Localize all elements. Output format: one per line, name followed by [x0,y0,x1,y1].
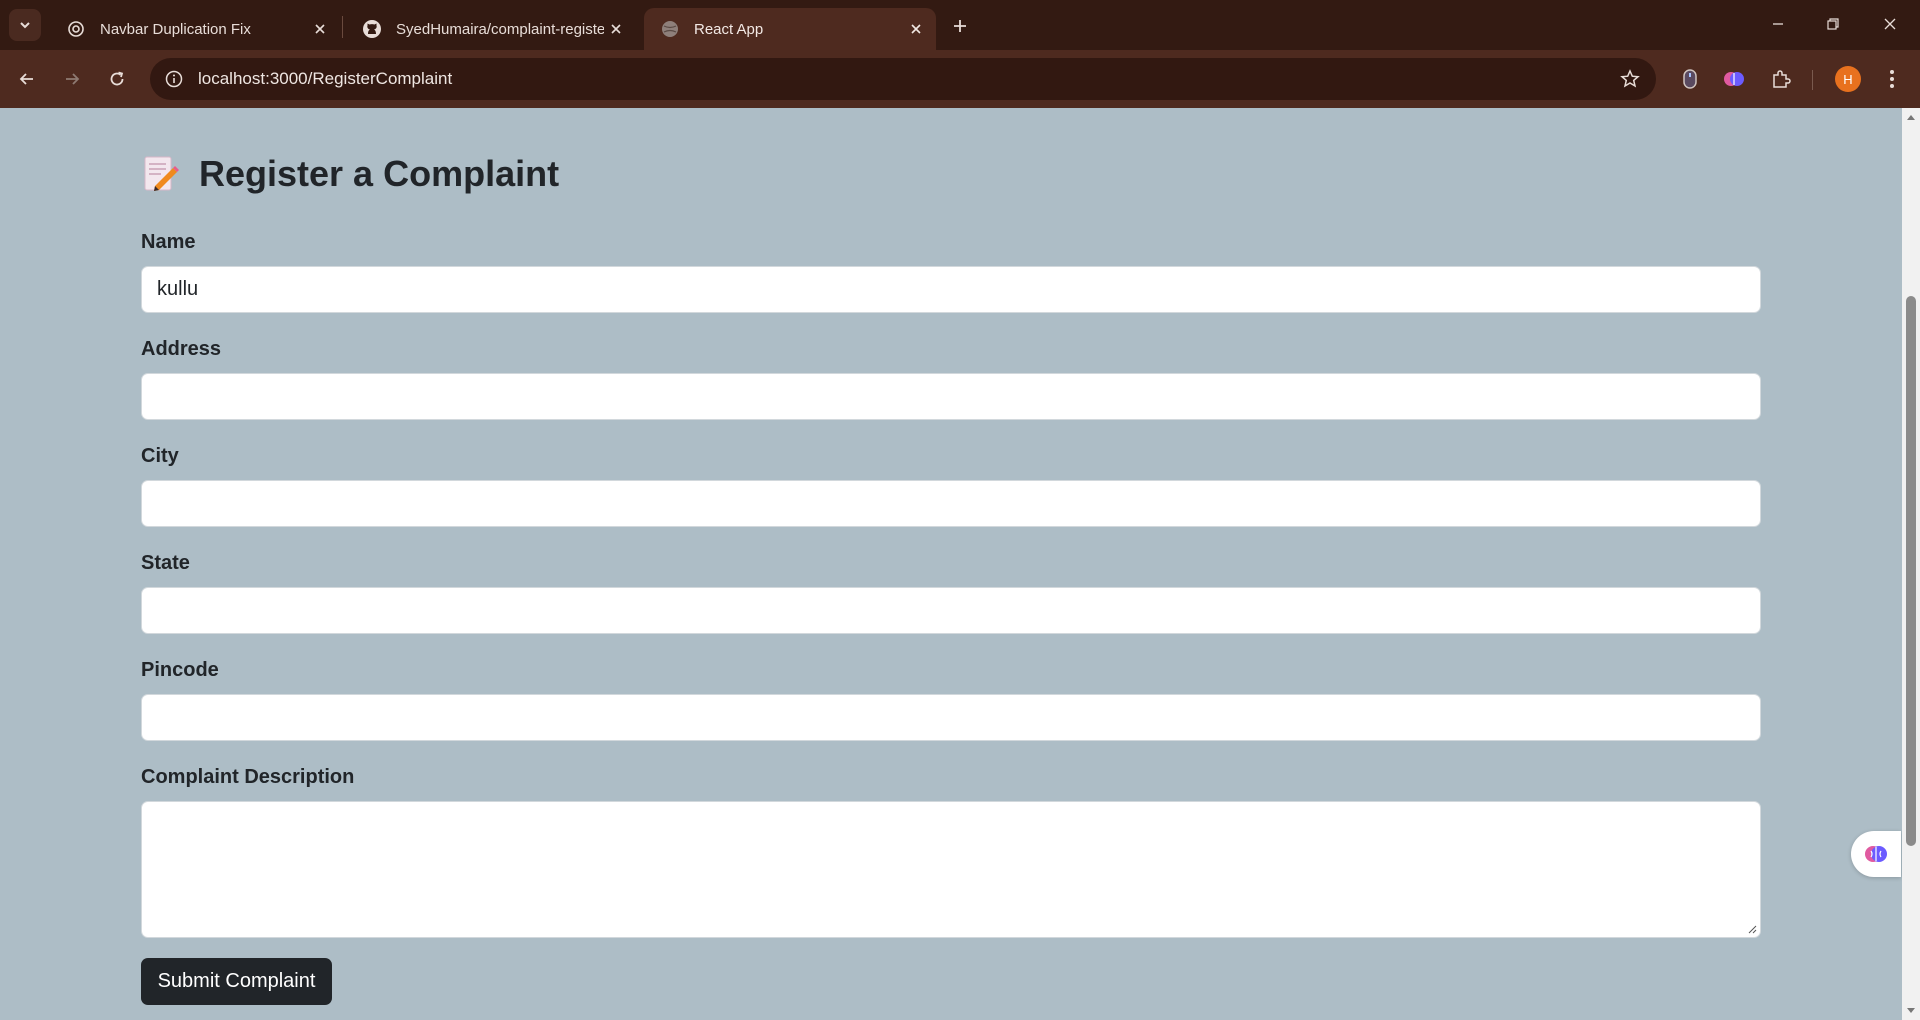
address-bar[interactable]: localhost:3000/RegisterComplaint [150,58,1656,100]
forward-button[interactable] [57,64,87,94]
pincode-input[interactable] [141,694,1761,741]
brain-extension-icon[interactable] [1718,63,1750,95]
tab-navbar-duplication-fix[interactable]: Navbar Duplication Fix [50,8,340,50]
openai-icon [66,19,86,39]
plus-icon [954,20,966,32]
close-icon [1884,18,1896,30]
name-input[interactable]: kullu [141,266,1761,313]
name-label: Name [141,231,196,253]
extensions-puzzle-icon[interactable] [1765,63,1797,95]
address-input[interactable] [141,373,1761,420]
scrollbar-thumb[interactable] [1906,296,1916,846]
resize-handle-icon[interactable] [1747,924,1757,934]
close-tab-icon[interactable] [604,17,628,41]
tab-title: Navbar Duplication Fix [100,20,251,38]
toolbar-divider [1812,70,1813,90]
arrow-left-icon [19,73,33,85]
globe-icon [660,19,680,39]
arrow-right-icon [66,73,80,85]
page-heading: Register a Complaint [141,153,559,195]
mouse-extension-icon[interactable] [1674,63,1706,95]
restore-button[interactable] [1813,8,1853,40]
memo-icon [144,156,179,191]
tab-react-app[interactable]: React App [644,8,936,50]
close-tab-icon[interactable] [904,17,928,41]
submit-complaint-button[interactable]: Submit Complaint [141,958,332,1005]
vertical-scrollbar[interactable] [1902,108,1920,1020]
restore-icon [1827,18,1839,30]
pincode-label: Pincode [141,659,219,681]
reload-button[interactable] [102,64,132,94]
url-text[interactable]: localhost:3000/RegisterComplaint [198,69,452,89]
tab-strip: Navbar Duplication Fix SyedHumaira/compl… [0,0,1920,50]
back-button[interactable] [12,64,42,94]
scroll-down-arrow-icon[interactable] [1902,1002,1920,1020]
city-input[interactable] [141,480,1761,527]
tab-title: React App [694,20,764,38]
reload-icon [110,71,124,86]
state-label: State [141,552,190,574]
description-textarea[interactable] [141,801,1761,938]
bookmark-star-icon[interactable] [1618,67,1642,91]
brain-icon [1865,846,1887,862]
browser-toolbar: localhost:3000/RegisterComplaint [0,50,1920,108]
profile-avatar[interactable]: H [1835,66,1861,92]
new-tab-button[interactable] [946,12,974,40]
city-label: City [141,445,179,467]
close-window-button[interactable] [1870,8,1910,40]
address-label: Address [141,338,222,360]
assistant-widget-button[interactable] [1851,831,1901,877]
tab-divider [342,16,343,38]
minimize-icon [1773,23,1783,25]
tab-search-button[interactable] [9,9,41,41]
site-info-icon[interactable] [162,67,186,91]
page-title: Register a Complaint [199,153,560,194]
github-icon [362,19,382,39]
scroll-up-arrow-icon[interactable] [1902,108,1920,126]
tab-title: SyedHumaira/complaint-registe [396,20,604,38]
browser-menu-button[interactable] [1876,63,1908,95]
more-vertical-icon [1890,70,1894,88]
page-content: Register a Complaint Name kullu Address … [0,108,1902,1020]
close-tab-icon[interactable] [308,17,332,41]
state-input[interactable] [141,587,1761,634]
tab-github-repo[interactable]: SyedHumaira/complaint-registe [346,8,636,50]
chevron-down-icon [20,22,30,29]
description-label: Complaint Description [141,766,355,788]
minimize-button[interactable] [1758,8,1798,40]
